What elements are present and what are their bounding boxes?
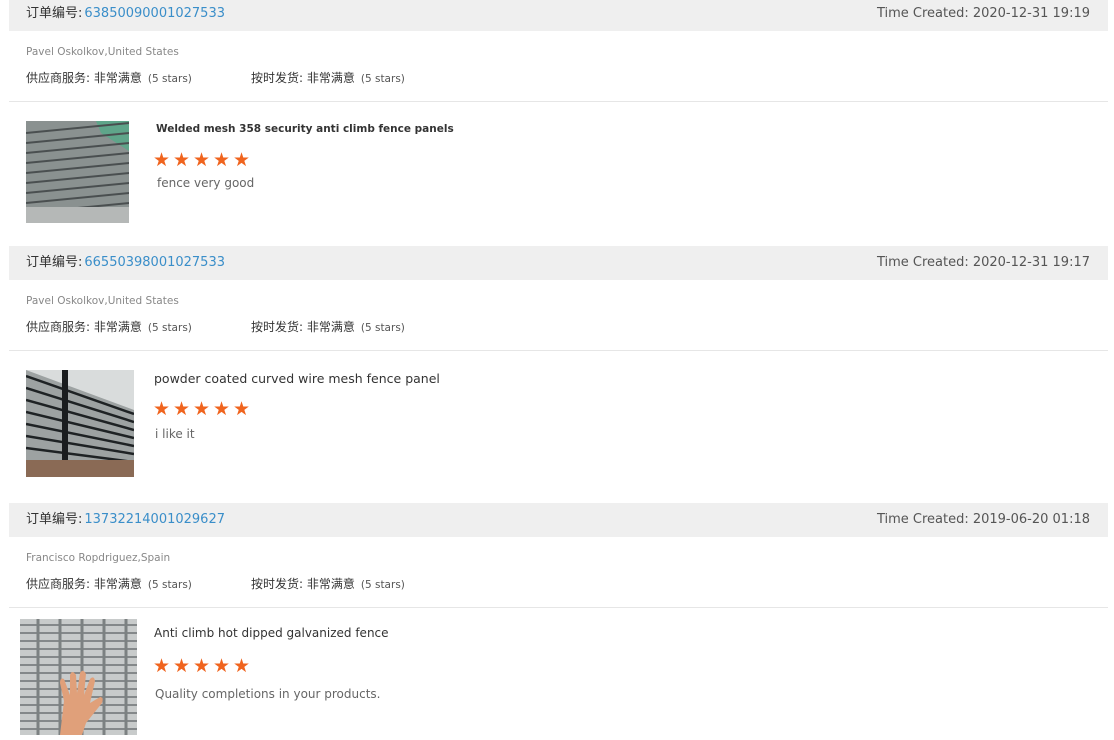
rating-stars: ★ ★ ★ ★ ★ <box>153 655 251 677</box>
star-icon: ★ <box>233 149 251 171</box>
buyer-name: Pavel Oskolkov,United States <box>26 46 179 58</box>
time-created: Time Created: 2019-06-20 01:18 <box>876 512 1090 527</box>
order-header: 订单编号: 63850090001027533 Time Created: 202… <box>9 0 1108 31</box>
star-icon: ★ <box>193 398 211 420</box>
star-icon: ★ <box>213 398 231 420</box>
shipping-rating: 按时发货: 非常满意 (5 stars) <box>251 71 405 85</box>
divider <box>9 607 1108 608</box>
shipping-rating: 按时发货: 非常满意 (5 stars) <box>251 320 405 334</box>
star-icon: ★ <box>173 655 191 677</box>
buyer-name: Francisco Ropdriguez,Spain <box>26 552 171 564</box>
product-thumbnail[interactable] <box>20 619 137 735</box>
order-number-label: 订单编号: 63850090001027533 <box>26 6 225 21</box>
order-number-label: 订单编号: 66550398001027533 <box>26 255 225 270</box>
time-created: Time Created: 2020-12-31 19:19 <box>876 6 1090 21</box>
product-title[interactable]: Welded mesh 358 security anti climb fenc… <box>156 123 454 135</box>
star-icon: ★ <box>213 149 231 171</box>
supplier-ratings: 供应商服务: 非常满意 (5 stars) 按时发货: 非常满意 (5 stars) <box>26 318 405 335</box>
review-comment: fence very good <box>157 176 255 190</box>
rating-stars: ★ ★ ★ ★ ★ <box>153 398 251 420</box>
star-icon: ★ <box>233 398 251 420</box>
star-icon: ★ <box>233 655 251 677</box>
star-icon: ★ <box>173 398 191 420</box>
review-comment: Quality completions in your products. <box>155 687 381 701</box>
supplier-ratings: 供应商服务: 非常满意 (5 stars) 按时发货: 非常满意 (5 stars) <box>26 69 405 86</box>
service-rating: 供应商服务: 非常满意 (5 stars) <box>26 577 192 591</box>
star-icon: ★ <box>173 149 191 171</box>
service-rating: 供应商服务: 非常满意 (5 stars) <box>26 71 192 85</box>
product-thumbnail[interactable] <box>26 370 134 477</box>
star-icon: ★ <box>193 655 211 677</box>
order-number-link[interactable]: 66550398001027533 <box>84 255 225 270</box>
star-icon: ★ <box>193 149 211 171</box>
supplier-ratings: 供应商服务: 非常满意 (5 stars) 按时发货: 非常满意 (5 stars) <box>26 575 405 592</box>
service-rating: 供应商服务: 非常满意 (5 stars) <box>26 320 192 334</box>
shipping-rating: 按时发货: 非常满意 (5 stars) <box>251 577 405 591</box>
product-title[interactable]: Anti climb hot dipped galvanized fence <box>154 626 389 640</box>
rating-stars: ★ ★ ★ ★ ★ <box>153 149 251 171</box>
star-icon: ★ <box>153 655 171 677</box>
divider <box>9 350 1108 351</box>
star-icon: ★ <box>153 398 171 420</box>
product-thumbnail[interactable] <box>26 121 129 223</box>
order-header: 订单编号: 66550398001027533 Time Created: 202… <box>9 246 1108 280</box>
review-comment: i like it <box>155 427 195 441</box>
order-header: 订单编号: 13732214001029627 Time Created: 201… <box>9 503 1108 537</box>
product-title[interactable]: powder coated curved wire mesh fence pan… <box>154 371 440 386</box>
star-icon: ★ <box>213 655 231 677</box>
star-icon: ★ <box>153 149 171 171</box>
time-created: Time Created: 2020-12-31 19:17 <box>876 255 1090 270</box>
order-number-label: 订单编号: 13732214001029627 <box>26 512 225 527</box>
order-number-link[interactable]: 63850090001027533 <box>84 6 225 21</box>
buyer-name: Pavel Oskolkov,United States <box>26 295 179 307</box>
order-number-link[interactable]: 13732214001029627 <box>84 512 225 527</box>
divider <box>9 101 1108 102</box>
